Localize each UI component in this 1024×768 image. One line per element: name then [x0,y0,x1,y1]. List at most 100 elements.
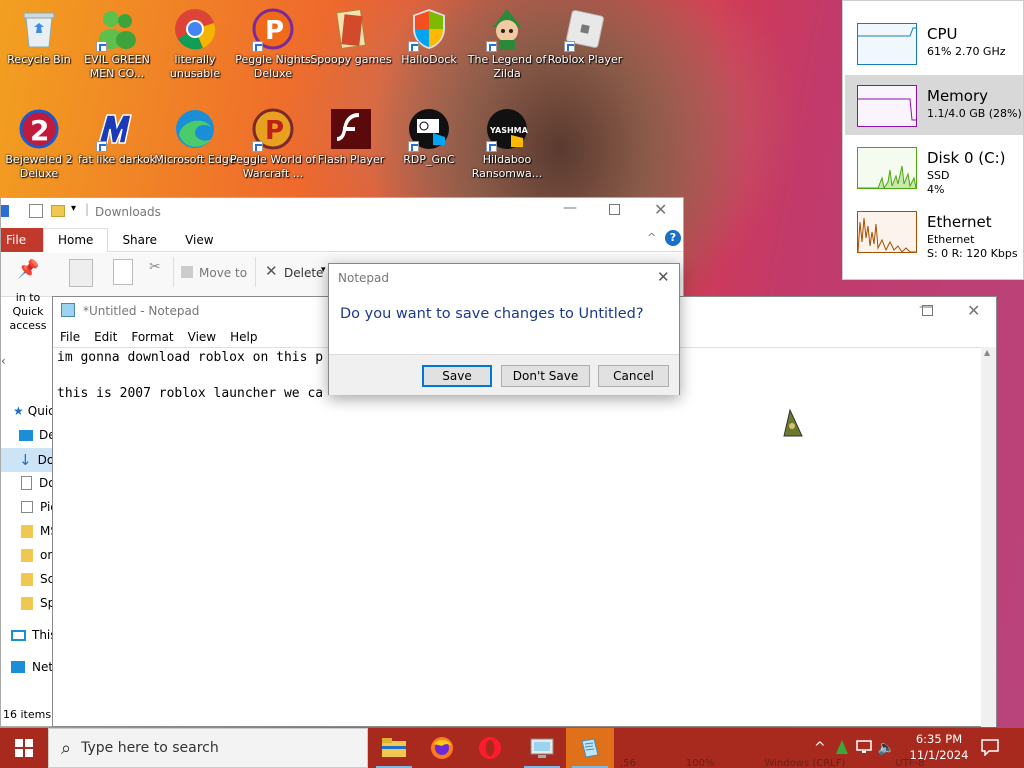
desktop-icon-peggle-nights[interactable]: P Peggle Nights Deluxe [234,6,312,81]
computer-icon [11,629,26,641]
volume-icon[interactable]: 🔈 [878,740,895,756]
menu-format[interactable]: Format [131,330,173,344]
folder-icon [21,524,33,538]
desktop-icon-flash-player[interactable]: Flash Player [312,106,390,167]
delete-icon: ✕ [265,262,278,280]
new-folder-icon[interactable] [51,205,65,217]
notepad-menubar: File Edit Format View Help [60,328,271,346]
nav-folder-on[interactable]: on [21,548,55,562]
minimize-icon[interactable]: — [563,200,577,216]
paste-icon[interactable] [113,259,133,285]
nav-downloads[interactable]: ↓ Do [1,448,54,472]
tab-view[interactable]: View [171,228,227,252]
nav-documents[interactable]: Do [21,476,56,490]
notepad-text-area[interactable]: im gonna download roblox on this p this … [53,347,981,727]
taskbar-search-box[interactable]: ⌕ Type here to search [48,728,368,768]
perf-disk[interactable]: Disk 0 (C:) SSD 4% [845,137,1023,197]
tray-app-icon[interactable] [834,739,850,758]
desktop-icon-recycle-bin[interactable]: Recycle Bin [0,6,78,67]
maximize-icon[interactable] [609,204,620,215]
peggle-icon: P [250,106,296,152]
desktop-icon-hallodock[interactable]: HalloDock [390,6,468,67]
nav-folder-sp[interactable]: Sp [21,596,55,610]
close-icon[interactable]: ✕ [654,200,667,219]
desktop-icon-peggle-wow[interactable]: P Peggle World of Warcraft ... [230,106,316,181]
nav-network[interactable]: Net [11,660,53,674]
save-button[interactable]: Save [422,365,492,387]
show-hidden-icons-chevron-icon[interactable]: ^ [814,740,826,756]
taskbar: ⌕ Type here to search ^ 🔈 6:35 PM 11/1/2… [0,728,1024,768]
nav-quick-access[interactable]: ★ Quic [13,404,55,418]
dialog-close-icon[interactable]: ✕ [657,268,670,286]
desktop-icon [19,429,33,441]
desktop-icon-fat-like-darkok[interactable]: fat like darkok [78,106,156,167]
taskbar-notepad[interactable] [566,728,614,768]
cancel-button[interactable]: Cancel [598,365,669,387]
menu-view[interactable]: View [188,330,216,344]
windows-logo-icon [15,739,33,757]
folder-icon [21,572,33,586]
network-icon[interactable] [855,739,872,757]
notifications-icon[interactable] [980,738,1000,759]
download-arrow-icon: ↓ [19,451,32,469]
collapse-ribbon-icon[interactable]: ^ [647,231,656,244]
desktop-pet-sprite [780,408,806,443]
vertical-scrollbar[interactable]: ▲ [981,347,996,727]
maximize-icon[interactable] [922,305,933,316]
delete-button[interactable]: Delete [284,266,323,280]
desktop-icon-chrome[interactable]: literally unusable [156,6,234,81]
desktop-icon-roblox-player[interactable]: Roblox Player [546,6,624,67]
help-icon[interactable]: ? [665,230,681,246]
properties-icon[interactable] [29,204,43,218]
desktop-icon-bejeweled[interactable]: 2 Bejeweled 2 Deluxe [0,106,78,181]
tab-file[interactable]: File [1,227,43,252]
peggle-icon: P [250,6,296,52]
move-to-button[interactable]: Move to [199,266,247,280]
clock-time: 6:35 PM [915,732,963,746]
tab-home[interactable]: Home [43,227,109,252]
quick-access-dropdown-icon[interactable]: ▾ [71,203,76,214]
nav-desktop[interactable]: De [19,428,56,442]
desktop-icon-rdp-gnc[interactable]: RDP_GnC [390,106,468,167]
nav-this-pc[interactable]: This [11,628,57,642]
star-icon: ★ [13,404,24,418]
perf-cpu[interactable]: CPU 61% 2.70 GHz [845,13,1023,73]
memory-graph [857,85,917,127]
menu-edit[interactable]: Edit [94,330,117,344]
cut-icon[interactable]: ✂ [149,259,161,275]
start-button[interactable] [0,728,48,768]
save-changes-dialog[interactable]: Notepad ✕ Do you want to save changes to… [328,263,680,395]
close-icon[interactable]: ✕ [967,301,980,320]
search-icon: ⌕ [61,737,72,759]
taskbar-file-explorer[interactable] [370,728,418,768]
explorer-titlebar[interactable]: ▾ | Downloads — ✕ [1,198,683,226]
copy-icon[interactable] [69,259,93,287]
dont-save-button[interactable]: Don't Save [501,365,590,387]
ethernet-graph [857,211,917,253]
notepad-status-bar: ,56 100% Windows (CRLF) UTF-8 [620,758,925,768]
edge-icon [172,106,218,152]
menu-file[interactable]: File [60,330,80,344]
taskbar-remote-desktop[interactable] [518,728,566,768]
taskbar-firefox[interactable] [418,728,466,768]
move-to-icon [181,266,193,278]
task-manager-performance-panel: CPU 61% 2.70 GHz Memory 1.1/4.0 GB (28%)… [842,0,1024,280]
desktop-icon-legend-of-zilda[interactable]: The Legend of Zilda [468,6,546,81]
perf-memory[interactable]: Memory 1.1/4.0 GB (28%) [845,75,1023,135]
desktop-icon-evil-green-men[interactable]: EVIL GREEN MEN CO... [78,6,156,81]
menu-help[interactable]: Help [230,330,257,344]
nav-folder-sc[interactable]: Sc [21,572,54,586]
mpl-icon [94,106,140,152]
desktop-icon-hildaboo[interactable]: YASHMA Hildaboo Ransomwa... [468,106,546,181]
tab-share[interactable]: Share [108,228,171,252]
flash-icon [328,106,374,152]
pin-quick-access-button[interactable]: in to Quick access [1,291,55,333]
folder-icon [328,6,374,52]
desktop-icon-spoopy-games[interactable]: Spoopy games [310,6,392,67]
taskbar-opera[interactable] [466,728,514,768]
disk-graph [857,147,917,190]
perf-ethernet[interactable]: Ethernet Ethernet S: 0 R: 120 Kbps [845,201,1023,261]
opera-icon [479,737,501,759]
desktop-icon-microsoft-edge[interactable]: Microsoft Edge [154,106,236,167]
dialog-message: Do you want to save changes to Untitled? [340,306,644,322]
